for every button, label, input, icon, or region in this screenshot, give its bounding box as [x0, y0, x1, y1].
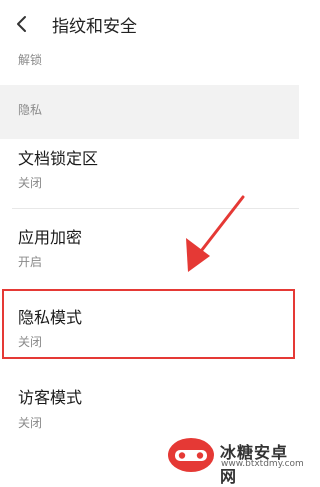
- list-item-guest-mode[interactable]: 访客模式 关闭: [0, 372, 299, 442]
- section-header-background: [0, 85, 299, 139]
- page-title: 指纹和安全: [52, 17, 137, 37]
- watermark-logo-icon: [168, 438, 214, 472]
- list-item-status: 关闭: [18, 416, 43, 430]
- list-item-status: 关闭: [18, 176, 43, 190]
- section-label-privacy: 隐私: [18, 103, 43, 117]
- watermark-url: www.btxtdmy.com: [221, 459, 304, 469]
- watermark: 冰糖安卓网 www.btxtdmy.com: [166, 433, 304, 486]
- list-item-status: 关闭: [18, 335, 43, 349]
- list-item-title: 应用加密: [18, 228, 83, 247]
- unlock-status-text: 解锁: [18, 53, 43, 67]
- list-item-title: 文档锁定区: [18, 149, 99, 168]
- list-item-title: 访客模式: [18, 388, 83, 407]
- header-bar: 指纹和安全: [0, 0, 299, 46]
- list-item-status: 开启: [18, 255, 43, 269]
- list-item-app-encryption[interactable]: 应用加密 开启: [0, 209, 299, 281]
- back-arrow-icon[interactable]: [10, 12, 34, 36]
- list-item-title: 隐私模式: [18, 308, 83, 327]
- list-item-document-lock[interactable]: 文档锁定区 关闭: [0, 139, 299, 207]
- list-item-privacy-mode[interactable]: 隐私模式 关闭: [0, 291, 299, 357]
